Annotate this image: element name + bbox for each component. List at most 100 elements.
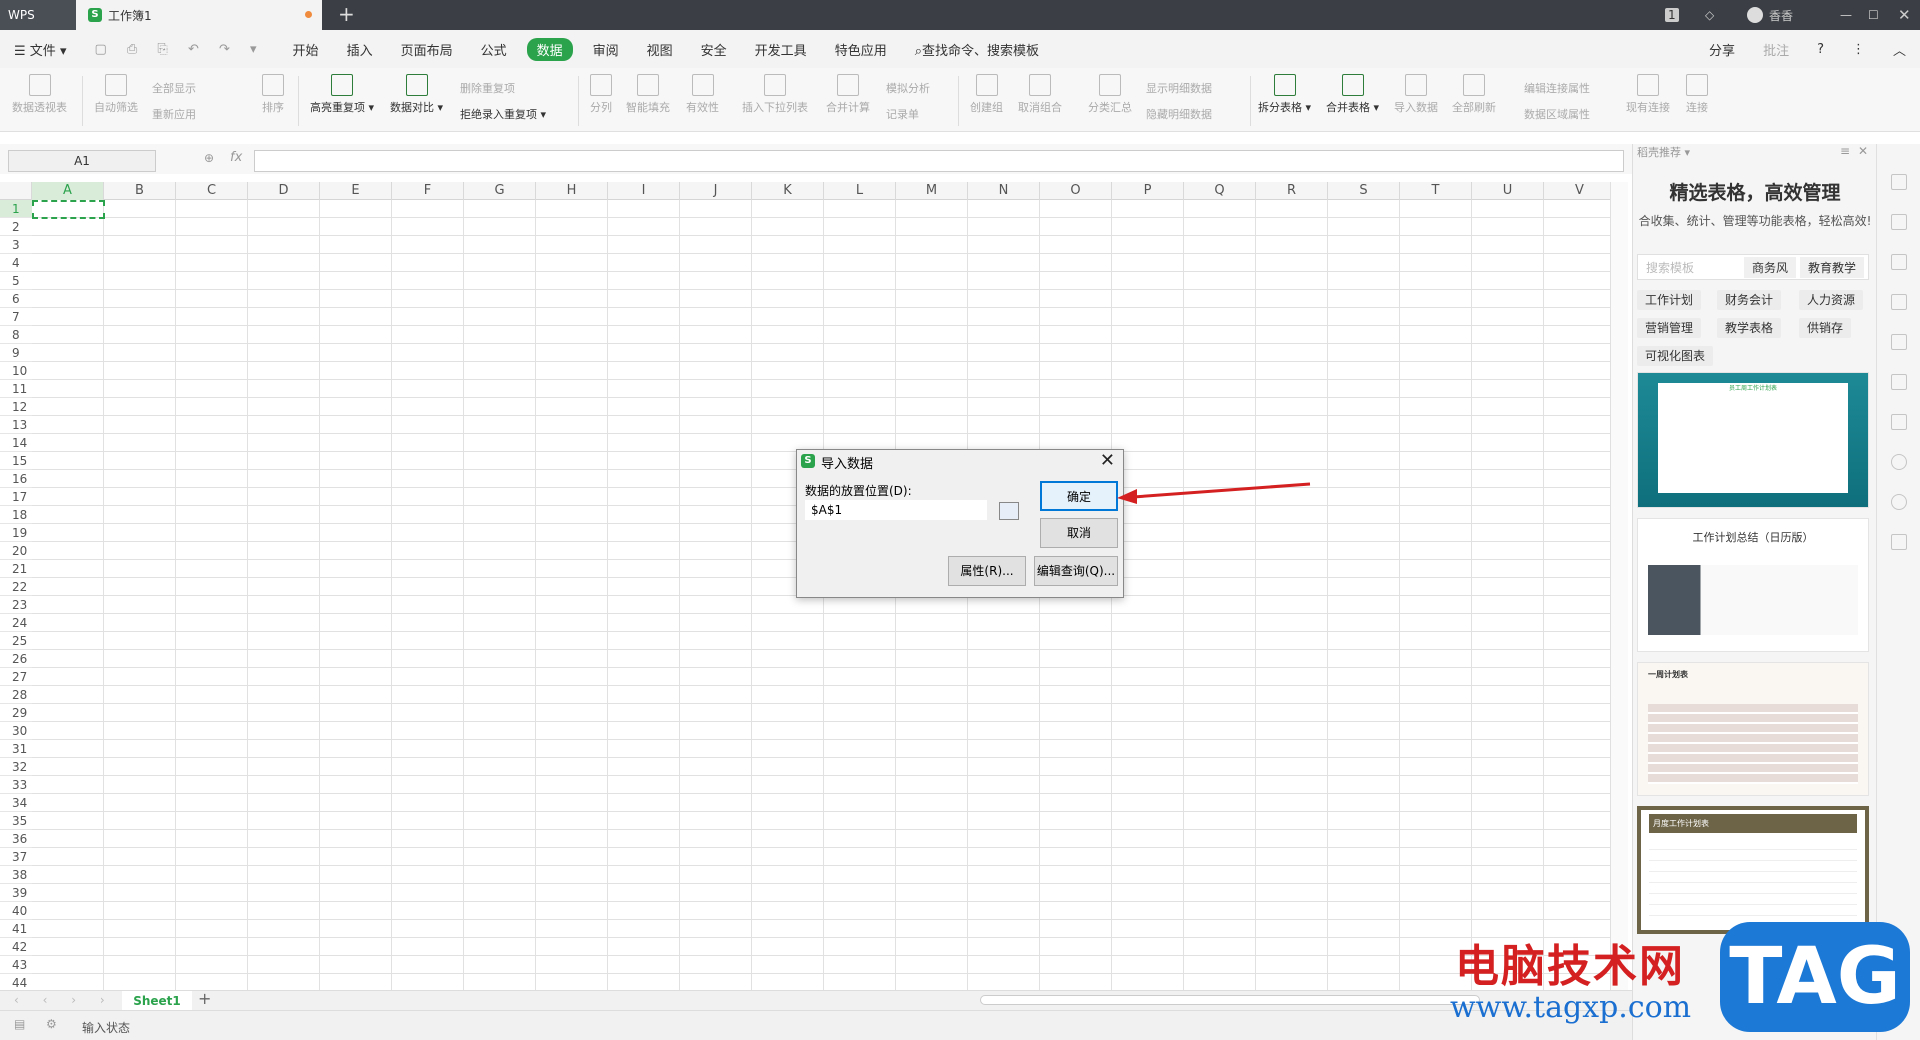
template-thumb-weekly-planner[interactable]: 一周计划表 — [1637, 662, 1869, 796]
column-header[interactable]: U — [1472, 182, 1544, 200]
template-thumb-monthly-plan[interactable]: 月度工作计划表 — [1637, 806, 1869, 934]
row-header[interactable]: 36 — [0, 830, 32, 848]
pivot-table-button[interactable]: 数据透视表 — [12, 74, 67, 115]
insert-dropdown-button[interactable]: 插入下拉列表 — [742, 74, 808, 115]
tool-image-icon[interactable] — [1891, 414, 1907, 430]
smart-fill-button[interactable]: 智能填充 — [626, 74, 670, 115]
more-icon[interactable]: ⋮ — [1838, 42, 1879, 57]
column-header[interactable]: J — [680, 182, 752, 200]
autofilter-button[interactable]: 自动筛选 — [94, 74, 138, 115]
subtotal-button[interactable]: 分类汇总 — [1088, 74, 1132, 115]
highlight-duplicates-button[interactable]: 高亮重复项 ▾ — [310, 74, 374, 115]
column-header[interactable]: S — [1328, 182, 1400, 200]
new-tab-button[interactable]: + — [338, 2, 355, 26]
row-header[interactable]: 44 — [0, 974, 32, 990]
column-header[interactable]: B — [104, 182, 176, 200]
menu-special[interactable]: 特色应用 — [821, 40, 901, 59]
row-header[interactable]: 17 — [0, 488, 32, 506]
data-compare-button[interactable]: 数据对比 ▾ — [390, 74, 443, 115]
tab-workbook[interactable]: S 工作簿1 — [76, 0, 322, 30]
row-header[interactable]: 31 — [0, 740, 32, 758]
category-finance[interactable]: 财务会计 — [1717, 290, 1782, 310]
category-work-plan[interactable]: 工作计划 — [1637, 290, 1702, 310]
menu-layout[interactable]: 页面布局 — [387, 40, 467, 59]
column-header[interactable]: Q — [1184, 182, 1256, 200]
name-box[interactable]: A1 — [8, 150, 156, 172]
user-menu[interactable]: 香香 — [1747, 0, 1793, 30]
menu-formula[interactable]: 公式 — [467, 40, 521, 59]
sheet-nav-arrows[interactable]: ‹ ‹ › › — [14, 993, 115, 1007]
validity-button[interactable]: 有效性 — [686, 74, 719, 115]
column-header[interactable]: G — [464, 182, 536, 200]
row-header[interactable]: 28 — [0, 686, 32, 704]
badge-count[interactable]: 1 — [1665, 0, 1679, 30]
select-all-corner[interactable] — [0, 182, 32, 200]
edit-query-button[interactable]: 编辑查询(Q)... — [1034, 556, 1118, 586]
row-header[interactable]: 7 — [0, 308, 32, 326]
column-header[interactable]: R — [1256, 182, 1328, 200]
tool-library-icon[interactable] — [1891, 374, 1907, 390]
menu-start[interactable]: 开始 — [279, 40, 333, 59]
panel-menu-icon[interactable]: ≡ — [1840, 144, 1850, 158]
menu-data[interactable]: 数据 — [526, 37, 573, 61]
tool-info-icon[interactable] — [1891, 454, 1907, 470]
row-header[interactable]: 40 — [0, 902, 32, 920]
category-teaching[interactable]: 教学表格 — [1717, 318, 1782, 338]
maximize-icon[interactable]: ☐ — [1868, 0, 1879, 30]
skin-icon[interactable]: ◇ — [1705, 0, 1714, 30]
row-header[interactable]: 29 — [0, 704, 32, 722]
category-marketing[interactable]: 营销管理 — [1637, 318, 1702, 338]
column-header[interactable]: K — [752, 182, 824, 200]
column-header[interactable]: H — [536, 182, 608, 200]
row-header[interactable]: 12 — [0, 398, 32, 416]
row-header[interactable]: 26 — [0, 650, 32, 668]
row-header[interactable]: 19 — [0, 524, 32, 542]
reapply-button[interactable]: 重新应用 — [152, 106, 196, 122]
tool-backup-icon[interactable] — [1891, 534, 1907, 550]
row-header[interactable]: 27 — [0, 668, 32, 686]
row-header[interactable]: 8 — [0, 326, 32, 344]
category-visual-charts[interactable]: 可视化图表 — [1637, 346, 1714, 366]
column-header[interactable]: L — [824, 182, 896, 200]
properties-button[interactable]: 属性(R)... — [948, 556, 1026, 586]
fx-icon[interactable]: fx — [230, 150, 242, 165]
menu-security[interactable]: 安全 — [687, 40, 741, 59]
column-header[interactable]: D — [248, 182, 320, 200]
row-header[interactable]: 4 — [0, 254, 32, 272]
ungroup-button[interactable]: 取消组合 — [1018, 74, 1062, 115]
show-detail-button[interactable]: 显示明细数据 — [1146, 80, 1212, 96]
dialog-close-icon[interactable]: ✕ — [1100, 450, 1115, 471]
row-header[interactable]: 6 — [0, 290, 32, 308]
range-picker-icon[interactable] — [999, 502, 1019, 520]
add-sheet-button[interactable]: + — [198, 989, 211, 1008]
comment-button[interactable]: 批注 — [1749, 40, 1803, 59]
row-header[interactable]: 3 — [0, 236, 32, 254]
collapse-ribbon-icon[interactable]: ︿ — [1879, 40, 1920, 59]
merge-calc-button[interactable]: 合并计算 — [826, 74, 870, 115]
horizontal-scrollbar[interactable] — [980, 995, 1480, 1005]
hide-detail-button[interactable]: 隐藏明细数据 — [1146, 106, 1212, 122]
row-header[interactable]: 24 — [0, 614, 32, 632]
text-to-columns-button[interactable]: 分列 — [590, 74, 612, 115]
row-header[interactable]: 10 — [0, 362, 32, 380]
tool-cursor-icon[interactable] — [1891, 174, 1907, 190]
template-search-input[interactable]: 搜索模板 — [1638, 259, 1744, 276]
panel-close-icon[interactable]: ✕ — [1858, 144, 1868, 158]
delete-duplicates-button[interactable]: 删除重复项 — [460, 80, 515, 96]
row-header[interactable]: 30 — [0, 722, 32, 740]
row-header[interactable]: 15 — [0, 452, 32, 470]
minimize-icon[interactable]: — — [1840, 0, 1852, 30]
refresh-all-button[interactable]: 全部刷新 — [1452, 74, 1496, 115]
split-table-button[interactable]: 拆分表格 ▾ — [1258, 74, 1311, 115]
column-header[interactable]: O — [1040, 182, 1112, 200]
quick-access-icons[interactable]: ▢ ⎙ ⎘ ↶ ↷ ▾ — [80, 42, 278, 57]
connect-button[interactable]: 连接 — [1686, 74, 1708, 115]
merge-table-button[interactable]: 合并表格 ▾ — [1326, 74, 1379, 115]
column-header[interactable]: V — [1544, 182, 1610, 200]
category-hr[interactable]: 人力资源 — [1799, 290, 1864, 310]
range-props-button[interactable]: 数据区域属性 — [1524, 106, 1590, 122]
column-header[interactable]: T — [1400, 182, 1472, 200]
tool-style-icon[interactable] — [1891, 214, 1907, 230]
create-group-button[interactable]: 创建组 — [970, 74, 1003, 115]
row-header[interactable]: 14 — [0, 434, 32, 452]
